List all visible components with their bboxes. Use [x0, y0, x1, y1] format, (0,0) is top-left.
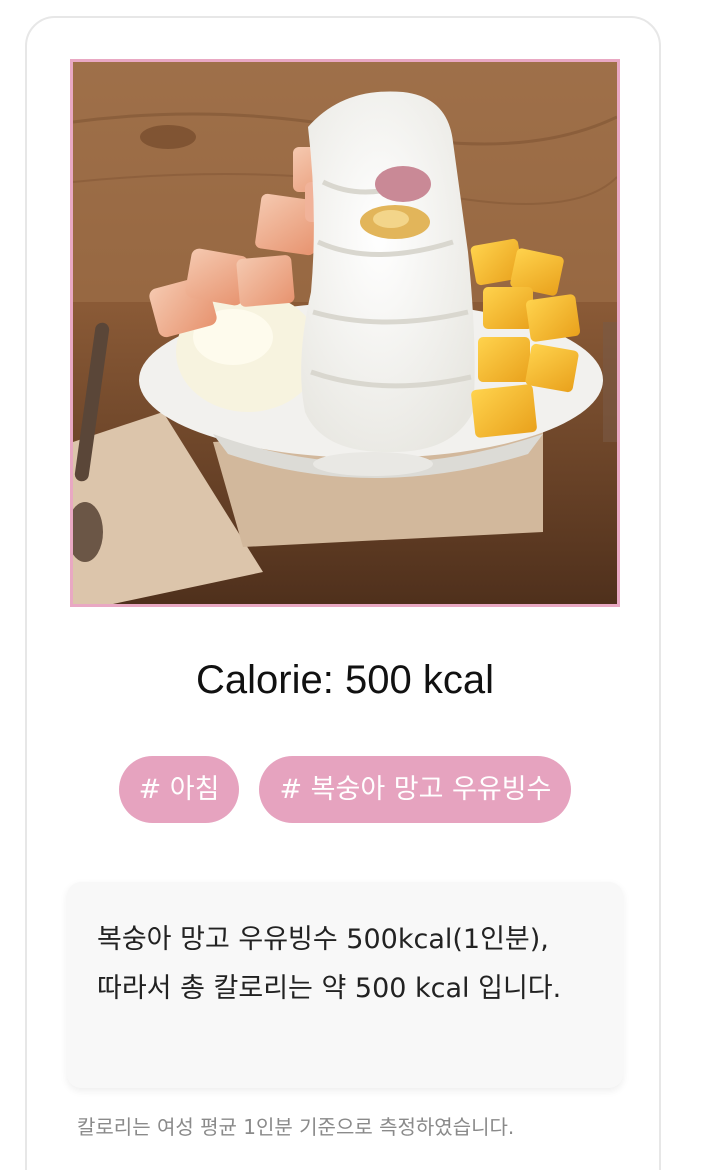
description-box: 복숭아 망고 우유빙수 500kcal(1인분), 따라서 총 칼로리는 약 5… [67, 882, 623, 1088]
description-text: 복숭아 망고 우유빙수 500kcal(1인분), 따라서 총 칼로리는 약 5… [97, 924, 562, 1004]
tag-meal-time[interactable]: # 아침 [118, 756, 240, 823]
result-card: Calorie: 500 kcal # 아침 # 복숭아 망고 우유빙수 복숭아… [25, 16, 661, 1170]
page: Calorie: 500 kcal # 아침 # 복숭아 망고 우유빙수 복숭아… [0, 0, 712, 1170]
food-photo [70, 59, 620, 607]
food-photo-image [73, 62, 617, 604]
tag-food-name[interactable]: # 복숭아 망고 우유빙수 [259, 756, 572, 823]
tag-list: # 아침 # 복숭아 망고 우유빙수 [27, 756, 663, 823]
footnote: 칼로리는 여성 평균 1인분 기준으로 측정하였습니다. [77, 1115, 515, 1139]
calorie-total: Calorie: 500 kcal [196, 658, 494, 702]
